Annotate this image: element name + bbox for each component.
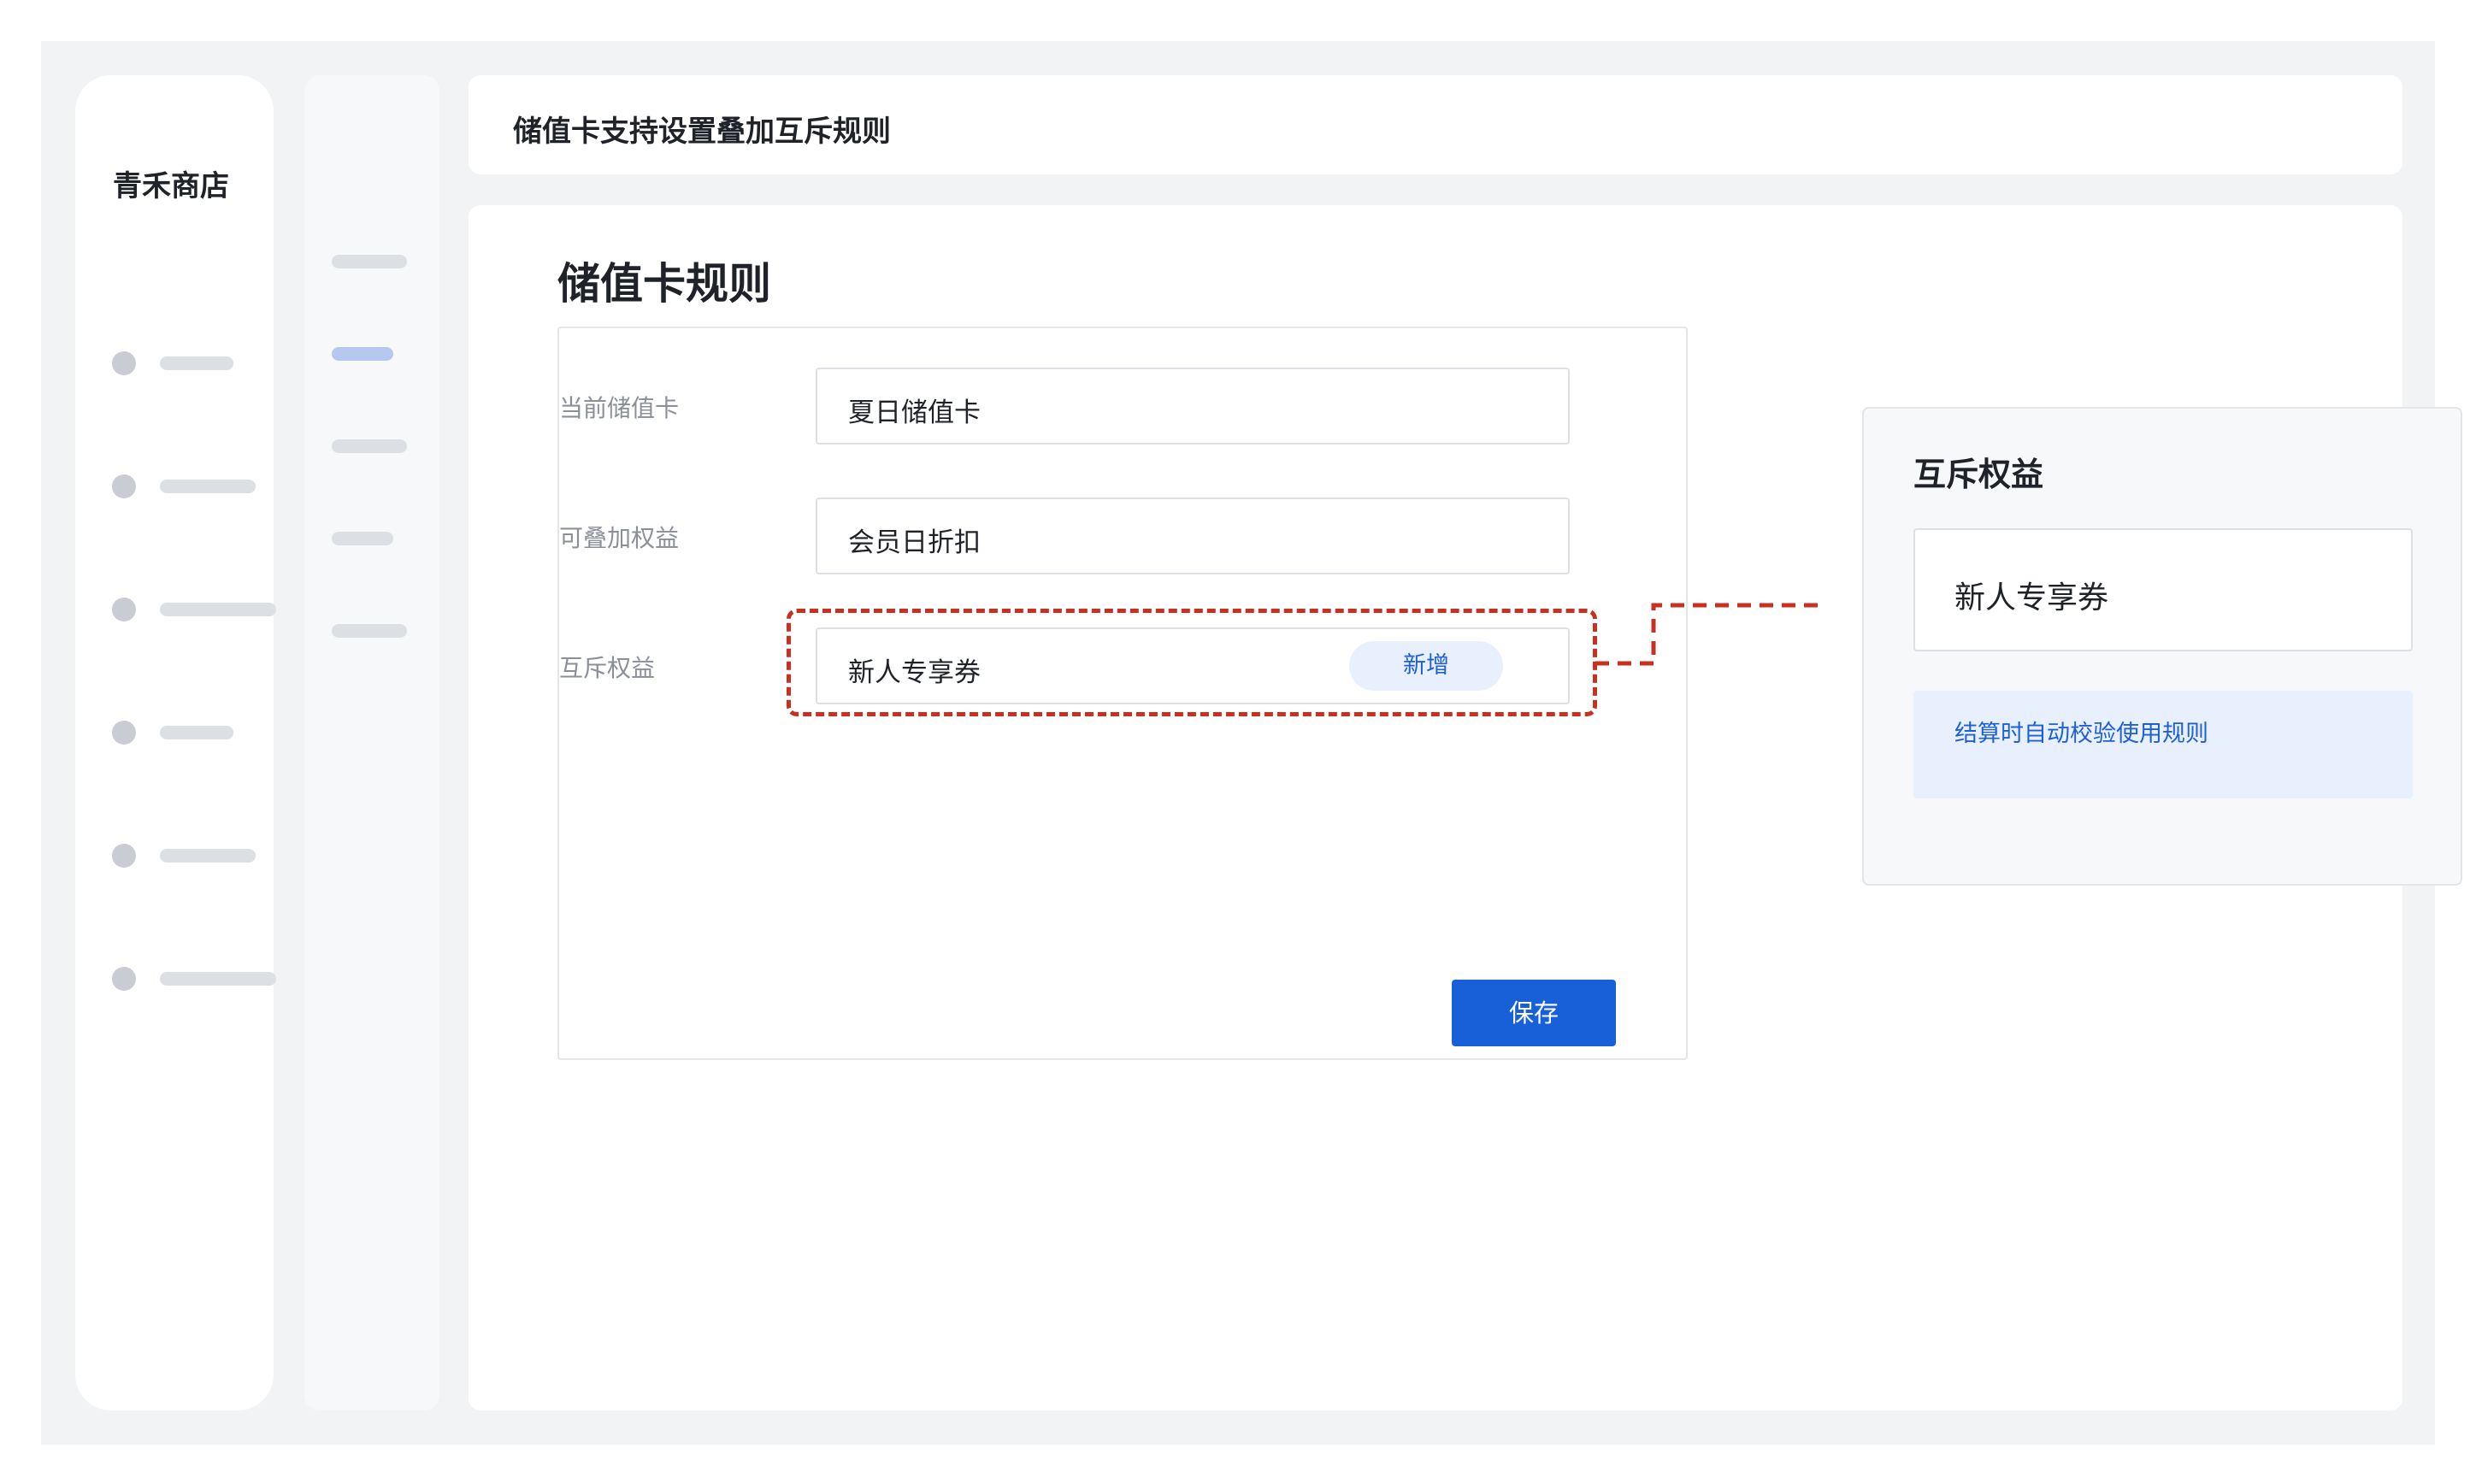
current-card-value: 夏日储值卡 — [848, 398, 981, 428]
sidebar-item-label-placeholder — [160, 972, 276, 986]
sidebar: 青禾商店 — [75, 75, 276, 1410]
sidebar-item[interactable] — [112, 843, 300, 869]
panel-title: 互斥权益 — [1913, 456, 2044, 493]
sidebar-item-icon — [112, 721, 136, 745]
exclusive-detail-panel: 互斥权益 新人专享券 结算时自动校验使用规则 — [1862, 407, 2462, 886]
rule-form: 当前储值卡 夏日储值卡 可叠加权益 会员日折扣 互斥权益 新人专享券 新增 保存 — [557, 327, 1688, 1060]
secondary-nav — [304, 75, 439, 1410]
save-button[interactable]: 保存 — [1452, 980, 1616, 1046]
panel-exclusive-item: 新人专享券 — [1913, 528, 2413, 651]
app-frame: 青禾商店 储值卡支持设置叠加互斥规则 储值卡规则 当前储值卡 夏日储值卡 可叠加… — [41, 41, 2462, 1445]
secondary-nav-item[interactable] — [332, 255, 407, 268]
stackable-field[interactable]: 会员日折扣 — [816, 498, 1570, 574]
sidebar-item[interactable] — [112, 597, 300, 622]
page-title: 储值卡规则 — [557, 259, 771, 309]
sidebar-item-label-placeholder — [160, 849, 256, 863]
store-name: 青禾商店 — [113, 169, 229, 203]
secondary-nav-item-active[interactable] — [332, 347, 393, 361]
stackable-value: 会员日折扣 — [848, 527, 981, 558]
exclusive-label: 互斥权益 — [559, 654, 656, 682]
highlight-annotation — [787, 609, 1597, 716]
sidebar-item-label-placeholder — [160, 480, 256, 493]
secondary-nav-item[interactable] — [332, 439, 407, 453]
header-title: 储值卡支持设置叠加互斥规则 — [513, 115, 891, 149]
current-card-label: 当前储值卡 — [559, 394, 680, 422]
sidebar-item-icon — [112, 598, 136, 621]
panel-note: 结算时自动校验使用规则 — [1913, 691, 2413, 798]
sidebar-item-label-placeholder — [160, 356, 233, 370]
stackable-label: 可叠加权益 — [559, 524, 680, 552]
sidebar-item[interactable] — [112, 474, 300, 499]
sidebar-item-label-placeholder — [160, 726, 233, 739]
current-card-field[interactable]: 夏日储值卡 — [816, 368, 1570, 445]
sidebar-item[interactable] — [112, 966, 300, 992]
sidebar-item[interactable] — [112, 720, 300, 745]
sidebar-item-icon — [112, 474, 136, 498]
page-header: 储值卡支持设置叠加互斥规则 — [469, 75, 2402, 174]
sidebar-item-icon — [112, 351, 136, 375]
panel-note-text: 结算时自动校验使用规则 — [1954, 721, 2208, 747]
sidebar-item-label-placeholder — [160, 603, 276, 616]
panel-exclusive-item-label: 新人专享券 — [1954, 580, 2109, 615]
sidebar-item-icon — [112, 844, 136, 868]
sidebar-item[interactable] — [112, 350, 300, 376]
secondary-nav-item[interactable] — [332, 532, 393, 545]
secondary-nav-item[interactable] — [332, 624, 407, 638]
sidebar-item-icon — [112, 967, 136, 991]
